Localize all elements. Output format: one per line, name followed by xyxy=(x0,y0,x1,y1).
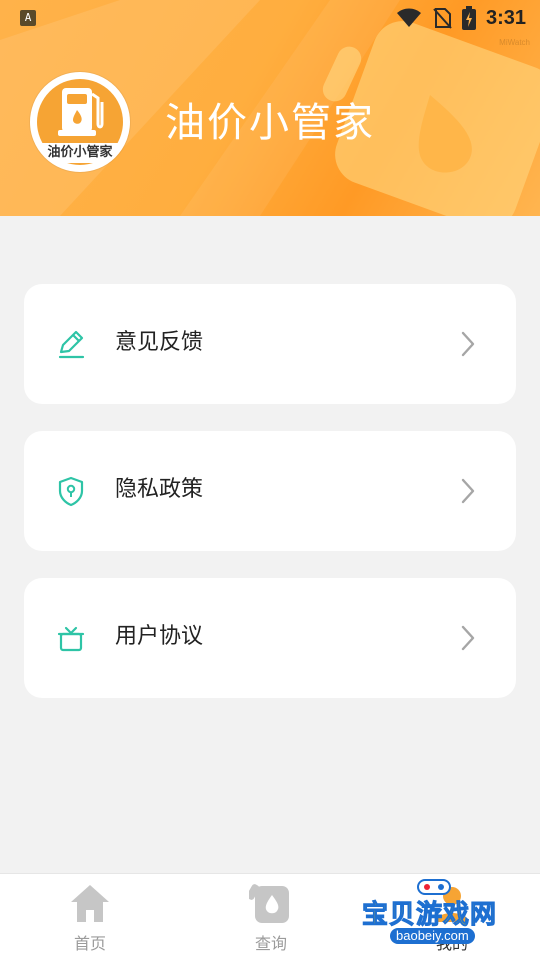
menu-item-user-agreement[interactable]: 用户协议 xyxy=(24,578,516,698)
nav-tab-home[interactable]: 首页 xyxy=(30,882,150,954)
watermark-url: baobeiy.com xyxy=(390,928,475,944)
site-watermark: 宝贝游戏网 baobeiy.com xyxy=(361,872,512,960)
wifi-icon xyxy=(396,8,421,27)
chevron-right-icon xyxy=(461,331,475,357)
status-bar: A 3:31 MiWatch xyxy=(0,0,540,47)
gamepad-icon xyxy=(417,879,451,895)
no-sim-icon xyxy=(433,8,452,29)
menu-item-privacy[interactable]: 隐私政策 xyxy=(24,431,516,551)
status-time: 3:31 xyxy=(485,6,526,29)
fuel-drop-icon xyxy=(249,884,289,923)
chevron-right-icon xyxy=(461,478,475,504)
app-title: 油价小管家 xyxy=(165,100,375,146)
gift-box-icon xyxy=(57,626,85,652)
chevron-right-icon xyxy=(461,625,475,651)
status-watermark: MiWatch xyxy=(499,38,530,47)
watermark-text: 宝贝游戏网 xyxy=(361,900,498,931)
battery-charging-icon xyxy=(461,6,476,30)
home-icon xyxy=(71,885,109,922)
menu-item-label: 意见反馈 xyxy=(115,330,204,355)
menu-item-feedback[interactable]: 意见反馈 xyxy=(24,284,516,404)
menu-item-label: 用户协议 xyxy=(115,624,204,649)
menu-item-label: 隐私政策 xyxy=(115,477,204,502)
app-logo: 油价小管家 xyxy=(30,72,130,172)
nav-tab-label: 首页 xyxy=(73,934,106,953)
app-notification-icon: A xyxy=(20,10,36,26)
nav-tab-query[interactable]: 查询 xyxy=(211,882,331,954)
logo-text: 油价小管家 xyxy=(33,143,127,163)
nav-tab-label: 查询 xyxy=(254,934,287,953)
shield-icon xyxy=(58,476,84,507)
edit-icon xyxy=(58,330,85,359)
